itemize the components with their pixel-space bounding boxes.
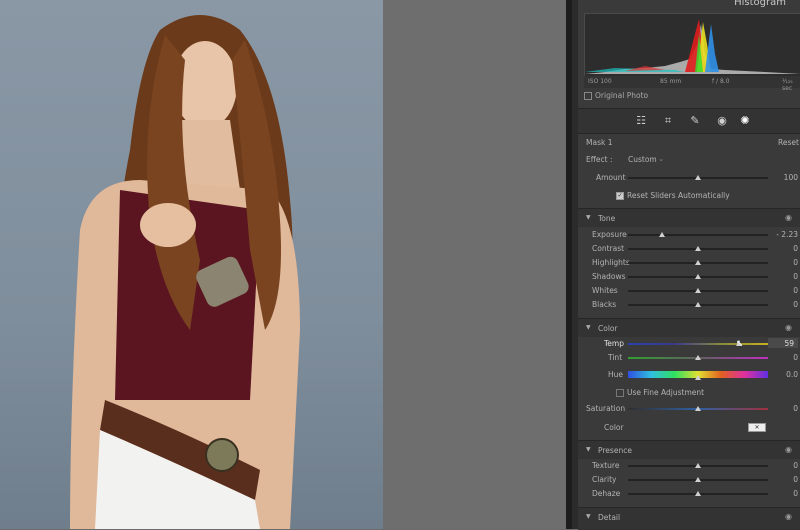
presence-clarity-slider-thumb[interactable] bbox=[695, 477, 701, 482]
presence-title: Presence bbox=[598, 446, 632, 455]
tone-highlights-label: Highlights bbox=[592, 258, 630, 267]
healing-icon[interactable]: ✎ bbox=[688, 114, 702, 128]
color-title: Color bbox=[598, 324, 618, 333]
color-eye-icon[interactable]: ◉ bbox=[785, 323, 792, 332]
presence-section-header[interactable]: ▼ Presence ◉ bbox=[578, 440, 800, 459]
presence-clarity-label: Clarity bbox=[592, 475, 617, 484]
amount-slider-thumb[interactable] bbox=[695, 175, 701, 180]
tone-exposure-slider-track[interactable] bbox=[628, 234, 768, 236]
tone-exposure-label: Exposure bbox=[592, 230, 627, 239]
tone-shadows-label: Shadows bbox=[592, 272, 626, 281]
detail-title: Detail bbox=[598, 513, 621, 522]
hue-value[interactable]: 0.0 bbox=[774, 370, 798, 379]
tone-collapse-icon[interactable]: ▼ bbox=[586, 214, 591, 221]
iso-value: ISO 100 bbox=[588, 78, 612, 85]
tone-contrast-slider-thumb[interactable] bbox=[695, 246, 701, 251]
color-section-header[interactable]: ▼ Color ◉ bbox=[578, 318, 800, 337]
tone-title: Tone bbox=[598, 214, 616, 223]
shutter-speed: ¹⁄₁₂₅ sec bbox=[782, 78, 793, 92]
camera-info-bar: ISO 100 85 mm f / 8.0 ¹⁄₁₂₅ sec bbox=[584, 76, 800, 92]
tool-strip: ☷ ⌗ ✎ ◉ ✺ bbox=[578, 108, 800, 134]
photo-preview[interactable] bbox=[0, 0, 383, 529]
tone-highlights-slider-thumb[interactable] bbox=[695, 260, 701, 265]
mask-title: Mask 1 bbox=[586, 138, 613, 147]
detail-eye-icon[interactable]: ◉ bbox=[785, 512, 792, 521]
red-eye-icon[interactable]: ◉ bbox=[715, 114, 729, 128]
effect-dropdown-icon[interactable]: ⌄ bbox=[658, 154, 664, 163]
saturation-value[interactable]: 0 bbox=[774, 404, 798, 413]
color-swatch-icon[interactable]: ✕ bbox=[748, 423, 766, 432]
presence-dehaze-label: Dehaze bbox=[592, 489, 621, 498]
hue-slider-thumb[interactable] bbox=[695, 375, 701, 380]
histogram-graph[interactable] bbox=[584, 13, 800, 77]
cursor-icon: ↖ bbox=[736, 339, 744, 349]
detail-collapse-icon[interactable]: ▼ bbox=[586, 513, 591, 520]
mask-reset-button[interactable]: Reset bbox=[778, 138, 799, 147]
aperture-value: f / 8.0 bbox=[712, 78, 730, 85]
temp-value-box[interactable]: 59 bbox=[768, 338, 798, 348]
color-collapse-icon[interactable]: ▼ bbox=[586, 324, 591, 331]
fine-adjust-checkbox[interactable]: Use Fine Adjustment bbox=[616, 388, 704, 397]
saturation-label: Saturation bbox=[586, 404, 626, 413]
temp-value[interactable]: 59 bbox=[770, 339, 794, 348]
presence-collapse-icon[interactable]: ▼ bbox=[586, 446, 591, 453]
tone-contrast-value[interactable]: 0 bbox=[774, 244, 798, 253]
presence-eye-icon[interactable]: ◉ bbox=[785, 445, 792, 454]
reset-sliders-checkbox[interactable]: ✓ Reset Sliders Automatically bbox=[616, 191, 730, 200]
focal-length: 85 mm bbox=[660, 78, 682, 85]
crop-icon[interactable]: ⌗ bbox=[661, 114, 675, 128]
presence-dehaze-slider-thumb[interactable] bbox=[695, 491, 701, 496]
presence-clarity-value[interactable]: 0 bbox=[774, 475, 798, 484]
effect-dropdown[interactable]: Custom bbox=[628, 155, 657, 164]
tone-blacks-value[interactable]: 0 bbox=[774, 300, 798, 309]
tone-shadows-value[interactable]: 0 bbox=[774, 272, 798, 281]
tone-exposure-slider-thumb[interactable] bbox=[658, 232, 665, 237]
saturation-slider-thumb[interactable] bbox=[695, 406, 701, 411]
tone-eye-icon[interactable]: ◉ bbox=[785, 213, 792, 222]
presence-texture-slider-thumb[interactable] bbox=[695, 463, 701, 468]
tone-blacks-label: Blacks bbox=[592, 300, 617, 309]
presence-texture-label: Texture bbox=[592, 461, 620, 470]
photo-canvas-area[interactable] bbox=[0, 0, 566, 529]
panel-content: Histogram ▲ ▲ ISO 100 85 mm f / 8.0 ¹⁄₁₂… bbox=[578, 0, 800, 530]
original-photo-toggle[interactable]: Original Photo bbox=[584, 91, 648, 100]
temp-label: Temp bbox=[604, 339, 624, 348]
presence-dehaze-value[interactable]: 0 bbox=[774, 489, 798, 498]
presence-texture-value[interactable]: 0 bbox=[774, 461, 798, 470]
tone-blacks-slider-thumb[interactable] bbox=[695, 302, 701, 307]
hue-label: Hue bbox=[608, 370, 624, 379]
original-photo-checkbox[interactable] bbox=[584, 92, 592, 100]
original-photo-label: Original Photo bbox=[595, 91, 649, 100]
reset-sliders-label: Reset Sliders Automatically bbox=[627, 191, 730, 200]
develop-panel: Histogram ▲ ▲ ISO 100 85 mm f / 8.0 ¹⁄₁₂… bbox=[566, 0, 800, 530]
histogram-title: Histogram bbox=[734, 0, 786, 8]
edit-sliders-icon[interactable]: ☷ bbox=[634, 114, 648, 128]
tone-whites-label: Whites bbox=[592, 286, 618, 295]
temp-slider-track[interactable] bbox=[628, 343, 768, 345]
masking-icon[interactable]: ✺ bbox=[738, 114, 752, 128]
detail-section-header[interactable]: ▼ Detail ◉ bbox=[578, 507, 800, 530]
portrait-image bbox=[70, 15, 300, 529]
amount-value[interactable]: 100 bbox=[774, 173, 798, 182]
tone-shadows-slider-thumb[interactable] bbox=[695, 274, 701, 279]
tone-exposure-value[interactable]: - 2.23 bbox=[774, 230, 798, 239]
tone-whites-value[interactable]: 0 bbox=[774, 286, 798, 295]
tone-section-header[interactable]: ▼ Tone ◉ bbox=[578, 208, 800, 227]
amount-label: Amount bbox=[596, 173, 626, 182]
histogram-chart bbox=[585, 19, 800, 74]
tone-whites-slider-thumb[interactable] bbox=[695, 288, 701, 293]
tone-highlights-value[interactable]: 0 bbox=[774, 258, 798, 267]
effect-label: Effect : bbox=[586, 155, 613, 164]
tint-slider-thumb[interactable] bbox=[695, 355, 701, 360]
tint-label: Tint bbox=[608, 353, 623, 362]
color-swatch-label: Color bbox=[604, 423, 624, 432]
fine-adjust-label: Use Fine Adjustment bbox=[627, 388, 705, 397]
tone-contrast-label: Contrast bbox=[592, 244, 625, 253]
tint-value[interactable]: 0 bbox=[774, 353, 798, 362]
